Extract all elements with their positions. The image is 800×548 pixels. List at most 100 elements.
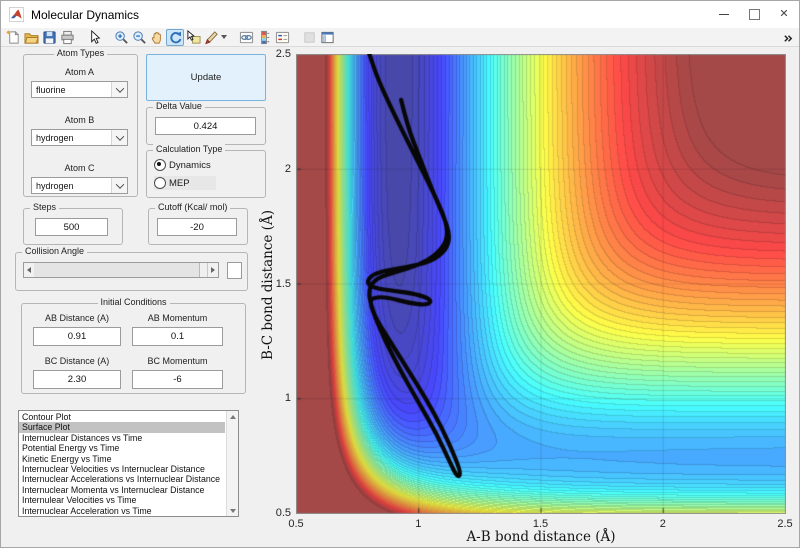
zoom-out-button[interactable] xyxy=(130,29,148,46)
atom-c-value: hydrogen xyxy=(32,181,111,191)
save-floppy-icon xyxy=(42,30,57,45)
collision-angle-input[interactable] xyxy=(227,262,242,279)
contour-plot-canvas[interactable] xyxy=(296,54,786,514)
atom-a-dropdown-button[interactable] xyxy=(111,82,127,97)
arrow-right-icon xyxy=(211,267,215,273)
ab-distance-input[interactable] xyxy=(33,327,121,346)
brush-icon xyxy=(204,30,219,45)
cutoff-title: Cutoff (Kcal/ mol) xyxy=(155,202,230,212)
delta-value-input[interactable] xyxy=(155,117,256,135)
delta-value-title: Delta Value xyxy=(153,101,205,111)
bc-distance-label: BC Distance (A) xyxy=(33,356,121,366)
plot-type-listbox[interactable]: Contour PlotSurface PlotInternuclear Dis… xyxy=(18,410,239,517)
plot-type-option[interactable]: Internulear Velocities vs Time xyxy=(19,495,225,505)
pan-hand-icon xyxy=(150,30,165,45)
window-controls: ✕ xyxy=(709,1,799,28)
update-button[interactable]: Update xyxy=(146,54,266,101)
zoom-in-icon xyxy=(114,30,129,45)
radio-selected-icon[interactable] xyxy=(154,159,166,171)
mep-radio-row[interactable]: MEP xyxy=(154,176,216,190)
edit-plot-button[interactable] xyxy=(85,29,103,46)
dynamics-radio-label: Dynamics xyxy=(169,160,211,171)
close-button[interactable]: ✕ xyxy=(769,1,799,28)
legend-icon xyxy=(275,30,290,45)
scroll-down-button[interactable] xyxy=(227,505,238,516)
radio-unselected-icon[interactable] xyxy=(154,177,166,189)
atom-a-value: fluorine xyxy=(32,85,111,95)
window-title: Molecular Dynamics xyxy=(31,8,139,22)
chevron-down-icon xyxy=(115,180,123,188)
brush-button[interactable] xyxy=(202,29,220,46)
toolbar-overflow-button[interactable] xyxy=(783,31,794,49)
x-tick-label: 2.5 xyxy=(765,518,800,530)
new-figure-button[interactable] xyxy=(4,29,22,46)
overflow-chevrons-icon xyxy=(783,33,794,44)
listbox-scrollbar[interactable] xyxy=(226,411,238,516)
app-window: Molecular Dynamics ✕ xyxy=(0,0,800,548)
atom-c-label: Atom C xyxy=(23,163,136,173)
atom-a-label: Atom A xyxy=(23,67,136,77)
printer-icon xyxy=(60,30,75,45)
plot-type-option[interactable]: Surface Plot xyxy=(19,422,225,432)
show-plot-tools-button[interactable] xyxy=(318,29,336,46)
arrow-up-icon xyxy=(230,415,236,419)
link-plot-button[interactable] xyxy=(237,29,255,46)
insert-legend-button[interactable] xyxy=(273,29,291,46)
steps-input[interactable] xyxy=(35,218,108,236)
open-file-button[interactable] xyxy=(22,29,40,46)
atom-c-select[interactable]: hydrogen xyxy=(31,177,128,194)
figure-toolbar xyxy=(1,28,799,47)
plot-type-option[interactable]: Contour Plot xyxy=(19,412,225,422)
rotate-3d-icon xyxy=(168,30,183,45)
zoom-in-button[interactable] xyxy=(112,29,130,46)
chevron-down-icon xyxy=(115,84,123,92)
maximize-icon xyxy=(749,9,760,20)
atom-c-dropdown-button[interactable] xyxy=(111,178,127,193)
bc-distance-input[interactable] xyxy=(33,370,121,389)
collision-angle-slider[interactable] xyxy=(23,262,219,278)
link-plot-icon xyxy=(239,30,254,45)
plot-type-option[interactable]: Internuclear Momenta vs Internuclear Dis… xyxy=(19,485,225,495)
matlab-app-icon xyxy=(9,7,24,22)
minimize-button[interactable] xyxy=(709,1,739,28)
maximize-button[interactable] xyxy=(739,1,769,28)
pan-button[interactable] xyxy=(148,29,166,46)
initial-conditions-title: Initial Conditions xyxy=(97,297,169,307)
plot-type-option[interactable]: Internuclear Momenta vs Time xyxy=(19,516,225,517)
new-document-icon xyxy=(6,30,21,45)
plot-type-option[interactable]: Internuclear Velocities vs Internuclear … xyxy=(19,464,225,474)
x-tick-label: 0.5 xyxy=(276,518,316,530)
rotate-3d-button[interactable] xyxy=(166,29,184,46)
slider-right-arrow-button[interactable] xyxy=(207,263,218,277)
close-icon: ✕ xyxy=(779,9,788,20)
zoom-out-icon xyxy=(132,30,147,45)
plot-type-option[interactable]: Internuclear Acceleration vs Time xyxy=(19,506,225,516)
scroll-up-button[interactable] xyxy=(227,411,238,422)
plot-type-option[interactable]: Kinetic Energy vs Time xyxy=(19,454,225,464)
y-axis-label: B-C bond distance (Å) xyxy=(260,165,276,405)
cutoff-input[interactable] xyxy=(157,218,237,236)
ab-distance-label: AB Distance (A) xyxy=(33,313,121,323)
atom-b-select[interactable]: hydrogen xyxy=(31,129,128,146)
save-figure-button[interactable] xyxy=(40,29,58,46)
cursor-arrow-icon xyxy=(87,30,102,45)
chevron-down-icon xyxy=(115,132,123,140)
colorbar-icon xyxy=(257,30,272,45)
hide-plot-tools-button[interactable] xyxy=(300,29,318,46)
data-cursor-button[interactable] xyxy=(184,29,202,46)
plot-type-option[interactable]: Internuclear Accelerations vs Internucle… xyxy=(19,474,225,484)
dynamics-radio-row[interactable]: Dynamics xyxy=(154,158,211,172)
insert-colorbar-button[interactable] xyxy=(255,29,273,46)
plot-type-option[interactable]: Potential Energy vs Time xyxy=(19,443,225,453)
bc-momentum-label: BC Momentum xyxy=(132,356,223,366)
calculation-type-title: Calculation Type xyxy=(153,144,225,154)
print-figure-button[interactable] xyxy=(58,29,76,46)
ab-momentum-input[interactable] xyxy=(132,327,223,346)
ab-momentum-label: AB Momentum xyxy=(132,313,223,323)
slider-thumb[interactable] xyxy=(34,263,200,277)
plot-type-option[interactable]: Internuclear Distances vs Time xyxy=(19,433,225,443)
brush-options-caret[interactable] xyxy=(220,29,228,46)
bc-momentum-input[interactable] xyxy=(132,370,223,389)
atom-a-select[interactable]: fluorine xyxy=(31,81,128,98)
atom-b-dropdown-button[interactable] xyxy=(111,130,127,145)
